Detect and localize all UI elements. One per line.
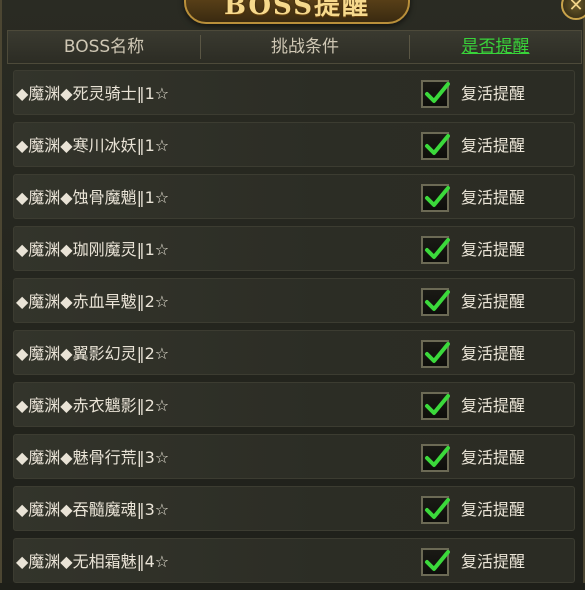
boss-name: ◆魔渊◆珈刚魔灵‖1☆ (16, 240, 170, 259)
header-challenge-condition[interactable]: 挑战条件 (201, 31, 409, 63)
remind-checkbox[interactable] (421, 132, 450, 160)
checkmark-icon (425, 134, 450, 155)
close-button[interactable]: ✕ (561, 0, 585, 20)
title-plate: BOSS提醒 (184, 0, 410, 24)
boss-name: ◆魔渊◆赤血旱魃‖2☆ (16, 292, 170, 311)
revive-remind-label: 复活提醒 (461, 84, 526, 103)
boss-name: ◆魔渊◆寒川冰妖‖1☆ (16, 136, 170, 155)
checkmark-icon (425, 498, 450, 519)
remind-checkbox[interactable] (421, 392, 450, 420)
remind-checkbox[interactable] (421, 548, 450, 576)
revive-remind-label: 复活提醒 (461, 448, 526, 467)
list-item: ◆魔渊◆赤衣魑影‖2☆ 复活提醒 (13, 382, 575, 427)
list-item: ◆魔渊◆珈刚魔灵‖1☆ 复活提醒 (13, 226, 575, 271)
checkmark-icon (425, 394, 450, 415)
revive-remind-label: 复活提醒 (461, 396, 526, 415)
remind-checkbox[interactable] (421, 236, 450, 264)
checkmark-icon (425, 82, 450, 103)
revive-remind-label: 复活提醒 (461, 136, 526, 155)
panel-title: BOSS提醒 (223, 0, 371, 21)
boss-name: ◆魔渊◆无相霜魅‖4☆ (16, 552, 170, 571)
revive-remind-label: 复活提醒 (461, 552, 526, 571)
boss-name: ◆魔渊◆吞髓魔魂‖3☆ (16, 500, 170, 519)
boss-name: ◆魔渊◆翼影幻灵‖2☆ (16, 344, 170, 363)
revive-remind-label: 复活提醒 (461, 188, 526, 207)
remind-checkbox[interactable] (421, 288, 450, 316)
list-item: ◆魔渊◆无相霜魅‖4☆ 复活提醒 (13, 538, 575, 583)
list-item: ◆魔渊◆翼影幻灵‖2☆ 复活提醒 (13, 330, 575, 375)
revive-remind-label: 复活提醒 (461, 500, 526, 519)
boss-list: ◆魔渊◆死灵骑士‖1☆ 复活提醒 ◆魔渊◆寒川冰妖‖1☆ 复活提醒 ◆魔渊◆蚀骨… (13, 70, 575, 590)
checkmark-icon (425, 238, 450, 259)
remind-checkbox[interactable] (421, 340, 450, 368)
header-boss-name[interactable]: BOSS名称 (8, 31, 200, 63)
list-item: ◆魔渊◆寒川冰妖‖1☆ 复活提醒 (13, 122, 575, 167)
remind-checkbox[interactable] (421, 80, 450, 108)
revive-remind-label: 复活提醒 (461, 240, 526, 259)
remind-checkbox[interactable] (421, 496, 450, 524)
list-item: ◆魔渊◆吞髓魔魂‖3☆ 复活提醒 (13, 486, 575, 531)
close-icon: ✕ (568, 0, 584, 16)
boss-name: ◆魔渊◆蚀骨魔魈‖1☆ (16, 188, 170, 207)
boss-reminder-panel: BOSS提醒 ✕ BOSS名称 挑战条件 是否提醒 ◆魔渊◆死灵骑士‖1☆ 复活… (0, 0, 585, 583)
remind-checkbox[interactable] (421, 184, 450, 212)
revive-remind-label: 复活提醒 (461, 292, 526, 311)
checkmark-icon (425, 186, 450, 207)
checkmark-icon (425, 446, 450, 467)
checkmark-icon (425, 550, 450, 571)
boss-name: ◆魔渊◆魅骨行荒‖3☆ (16, 448, 170, 467)
list-item: ◆魔渊◆蚀骨魔魈‖1☆ 复活提醒 (13, 174, 575, 219)
boss-name: ◆魔渊◆死灵骑士‖1☆ (16, 84, 170, 103)
checkmark-icon (425, 290, 450, 311)
boss-name: ◆魔渊◆赤衣魑影‖2☆ (16, 396, 170, 415)
header-remind-toggle[interactable]: 是否提醒 (410, 31, 581, 63)
list-item: ◆魔渊◆魅骨行荒‖3☆ 复活提醒 (13, 434, 575, 479)
checkmark-icon (425, 342, 450, 363)
revive-remind-label: 复活提醒 (461, 344, 526, 363)
remind-checkbox[interactable] (421, 444, 450, 472)
list-item: ◆魔渊◆赤血旱魃‖2☆ 复活提醒 (13, 278, 575, 323)
list-item: ◆魔渊◆死灵骑士‖1☆ 复活提醒 (13, 70, 575, 115)
table-header: BOSS名称 挑战条件 是否提醒 (7, 30, 582, 64)
